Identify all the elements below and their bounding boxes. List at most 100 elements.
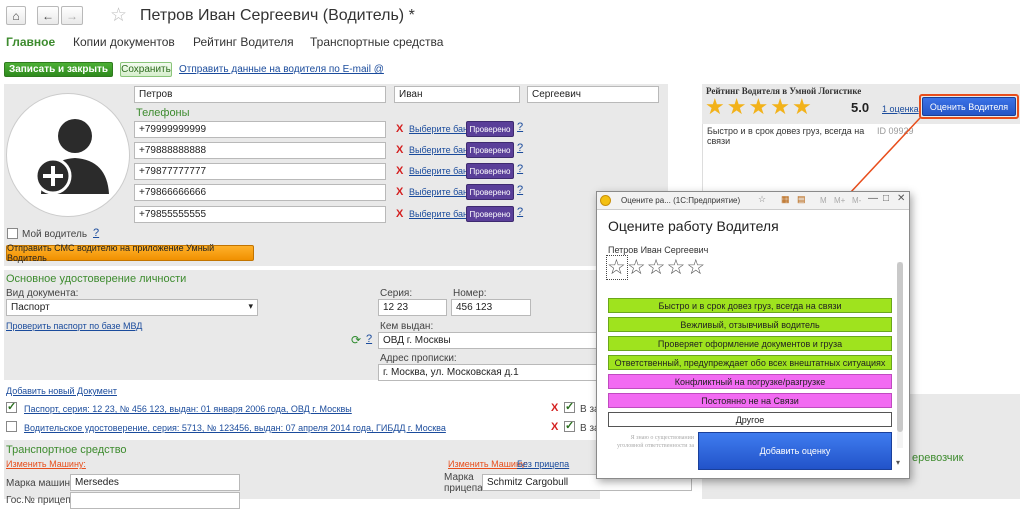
back-button[interactable]: ← <box>37 6 59 25</box>
rating-option-button[interactable]: Вежливый, отзывчивый водитель <box>608 317 892 332</box>
send-email-link[interactable]: Отправить данные на водителя по E-mail @ <box>179 64 384 75</box>
checked-button[interactable]: Проверено <box>466 184 514 200</box>
remove-phone-icon[interactable]: X <box>396 208 403 220</box>
change-trailer-link[interactable]: Изменить Машину: <box>448 459 528 469</box>
close-icon[interactable]: ✕ <box>897 193 905 204</box>
my-driver-help-link[interactable]: ? <box>93 227 99 239</box>
window-title: Петров Иван Сергеевич (Водитель) * <box>140 7 415 24</box>
help-link[interactable]: ? <box>517 206 523 218</box>
document-right-checkbox[interactable] <box>564 419 575 432</box>
choose-bank-link[interactable]: Выберите банк <box>409 145 472 155</box>
middle-name-field[interactable]: Сергеевич <box>527 86 659 103</box>
maximize-icon[interactable]: □ <box>883 193 889 204</box>
document-checkbox[interactable] <box>6 400 17 413</box>
phone-field[interactable]: +79877777777 <box>134 163 386 180</box>
star-outline-icon[interactable]: ☆ <box>686 256 706 279</box>
choose-bank-link[interactable]: Выберите банк <box>409 124 472 134</box>
scroll-down-icon[interactable]: ▾ <box>896 458 900 467</box>
star-outline-icon[interactable]: ☆ <box>606 255 628 280</box>
change-car-link[interactable]: Изменить Машину: <box>6 459 86 469</box>
add-document-link[interactable]: Добавить новый Документ <box>6 386 117 396</box>
star-outline-icon[interactable]: ☆ <box>627 256 647 279</box>
checked-button[interactable]: Проверено <box>466 121 514 137</box>
refresh-icon[interactable]: ⟳ <box>351 333 361 347</box>
remove-document-icon[interactable]: X <box>551 402 558 414</box>
doc-type-value: Паспорт <box>11 302 50 313</box>
vehicle-header: Транспортное средство <box>6 444 127 456</box>
phone-field[interactable]: +79999999999 <box>134 121 386 138</box>
favorite-star-icon[interactable]: ☆ <box>110 4 127 27</box>
document-checkbox[interactable] <box>6 421 17 432</box>
scrollbar-thumb[interactable] <box>897 262 903 432</box>
tab-driver-rating[interactable]: Рейтинг Водителя <box>193 35 294 49</box>
tab-main[interactable]: Главное <box>6 35 55 49</box>
add-rating-button[interactable]: Добавить оценку <box>698 432 892 470</box>
calculator-icon[interactable]: ▤ <box>797 194 806 205</box>
phone-field[interactable]: +79855555555 <box>134 206 386 223</box>
avatar[interactable] <box>6 93 130 217</box>
rating-option-button[interactable]: Конфликтный на погрузке/разгрузке <box>608 374 892 389</box>
tab-doc-copies[interactable]: Копии документов <box>73 35 175 49</box>
phone-field[interactable]: +79888888888 <box>134 142 386 159</box>
trailer-plate-field[interactable] <box>70 492 240 509</box>
checked-button[interactable]: Проверено <box>466 163 514 179</box>
rating-option-button[interactable]: Ответственный, предупреждает обо всех вн… <box>608 355 892 370</box>
tab-vehicles[interactable]: Транспортные средства <box>310 35 443 49</box>
document-link[interactable]: Водительское удостоверение, серия: 5713,… <box>24 423 446 433</box>
memory-plus-button[interactable]: M+ <box>834 196 845 205</box>
help-link[interactable]: ? <box>517 163 523 175</box>
my-driver-checkbox[interactable] <box>7 228 18 239</box>
doc-type-select[interactable]: Паспорт ▾ <box>6 299 258 316</box>
minimize-icon[interactable]: — <box>868 193 878 204</box>
help-link[interactable]: ? <box>517 184 523 196</box>
favorite-icon[interactable]: ☆ <box>758 194 766 205</box>
dialog-scrollbar[interactable] <box>897 262 903 448</box>
remove-phone-icon[interactable]: X <box>396 186 403 198</box>
calendar-icon[interactable]: ▦ <box>781 194 790 205</box>
choose-bank-link[interactable]: Выберите банк <box>409 187 472 197</box>
remove-phone-icon[interactable]: X <box>396 123 403 135</box>
series-label: Серия: <box>380 288 413 299</box>
last-name-field[interactable]: Петров <box>134 86 386 103</box>
trailer-plate-label: Гос.№ прицепа <box>6 495 77 506</box>
star-outline-icon[interactable]: ☆ <box>666 256 686 279</box>
checked-button[interactable]: Проверено <box>466 206 514 222</box>
number-label: Номер: <box>453 288 487 299</box>
rating-option-other-button[interactable]: Другое <box>608 412 892 427</box>
memory-button[interactable]: M <box>820 196 827 205</box>
memory-minus-button[interactable]: M- <box>852 196 861 205</box>
save-button[interactable]: Сохранить <box>120 62 172 77</box>
series-field[interactable]: 12 23 <box>378 299 447 316</box>
comment-field[interactable]: Я знаю о существовании уголовной ответст… <box>608 432 696 470</box>
phone-field[interactable]: +79866666666 <box>134 184 386 201</box>
remove-document-icon[interactable]: X <box>551 421 558 433</box>
number-field[interactable]: 456 123 <box>451 299 531 316</box>
rating-option-button[interactable]: Постоянно не на Связи <box>608 393 892 408</box>
document-link[interactable]: Паспорт, серия: 12 23, № 456 123, выдан:… <box>24 404 352 414</box>
issued-help-link[interactable]: ? <box>366 333 372 345</box>
help-link[interactable]: ? <box>517 142 523 154</box>
choose-bank-link[interactable]: Выберите банк <box>409 209 472 219</box>
car-brand-field[interactable]: Mersedes <box>70 474 240 491</box>
choose-bank-link[interactable]: Выберите банк <box>409 166 472 176</box>
verify-passport-link[interactable]: Проверить паспорт по базе МВД <box>6 321 142 331</box>
first-name-field[interactable]: Иван <box>394 86 520 103</box>
help-link[interactable]: ? <box>517 121 523 133</box>
app-logo-icon <box>600 195 611 206</box>
forward-button[interactable]: → <box>61 6 83 25</box>
save-close-button[interactable]: Записать и закрыть <box>4 62 113 77</box>
checked-button[interactable]: Проверено <box>466 142 514 158</box>
phones-header: Телефоны <box>136 107 190 119</box>
send-sms-button[interactable]: Отправить СМС водителю на приложение Умн… <box>6 243 254 263</box>
chevron-down-icon: ▾ <box>248 301 253 311</box>
document-right-checkbox[interactable] <box>564 400 575 413</box>
rating-option-button[interactable]: Быстро и в срок довез груз, всегда на св… <box>608 298 892 313</box>
remove-phone-icon[interactable]: X <box>396 144 403 156</box>
rate-driver-button[interactable]: Оценить Водителя <box>922 97 1016 116</box>
home-button[interactable]: ⌂ <box>6 6 26 25</box>
no-trailer-link[interactable]: Без прицепа <box>517 459 569 469</box>
dialog-heading: Оцените работу Водителя <box>608 218 779 234</box>
remove-phone-icon[interactable]: X <box>396 165 403 177</box>
star-outline-icon[interactable]: ☆ <box>647 256 667 279</box>
rating-option-button[interactable]: Проверяет оформление документов и груза <box>608 336 892 351</box>
